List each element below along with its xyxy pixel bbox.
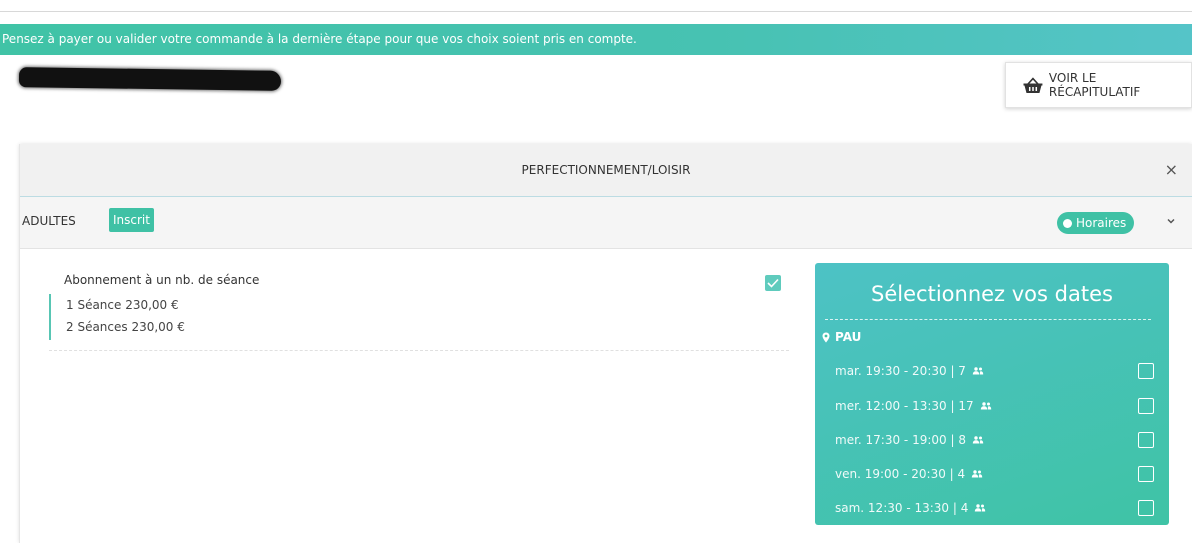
dates-title: Sélectionnez vos dates [871, 282, 1113, 306]
panel-title: PERFECTIONNEMENT/LOISIR [521, 163, 691, 177]
date-selection-card: Sélectionnez vos dates PAU mar. 19:30 - … [815, 263, 1169, 525]
chevron-down-icon[interactable] [1166, 216, 1176, 226]
clock-icon [1063, 218, 1072, 228]
banner-text: Pensez à payer ou valider votre commande… [2, 32, 637, 46]
slot-row[interactable]: mer. 17:30 - 19:00 | 8 [835, 430, 1155, 450]
slot-label: ven. 19:00 - 20:30 | 4 [835, 467, 966, 481]
offer-price-line: 2 Séances 230,00 € [66, 320, 185, 334]
schedule-toggle-button[interactable]: Horaires [1057, 212, 1135, 234]
slot-checkbox[interactable] [1138, 363, 1154, 379]
slot-label: mer. 17:30 - 19:00 | 8 [835, 433, 966, 447]
status-badge: Inscrit [109, 208, 154, 232]
people-icon [972, 436, 984, 444]
slot-row[interactable]: ven. 19:00 - 20:30 | 4 [835, 464, 1155, 484]
offer-price-list: 1 Séance 230,00 € 2 Séances 230,00 € [49, 294, 185, 340]
slot-label: mer. 12:00 - 13:30 | 17 [835, 399, 974, 413]
slot-row[interactable]: mer. 12:00 - 13:30 | 17 [835, 396, 1155, 416]
close-icon[interactable]: × [1165, 161, 1178, 179]
slot-checkbox[interactable] [1138, 432, 1154, 448]
people-icon [972, 367, 984, 375]
schedule-toggle-label: Horaires [1076, 216, 1127, 230]
offer-divider [49, 350, 789, 351]
slot-checkbox[interactable] [1138, 398, 1154, 414]
slot-row[interactable]: sam. 12:30 - 13:30 | 4 [835, 498, 1155, 518]
redacted-name-scribble [18, 67, 282, 91]
people-icon [975, 504, 986, 512]
map-pin-icon [822, 332, 830, 342]
offer-title: Abonnement à un nb. de séance [64, 273, 260, 287]
view-summary-label: VOIR LE RÉCAPITULATIF [1048, 71, 1141, 99]
offer-price-line: 1 Séance 230,00 € [66, 298, 179, 312]
check-icon [767, 278, 779, 288]
view-summary-button[interactable]: VOIR LE RÉCAPITULATIF [1005, 62, 1192, 108]
people-icon [971, 470, 983, 478]
top-divider [0, 11, 1192, 12]
category-bar: ADULTES Inscrit Horaires [20, 197, 1192, 249]
course-panel: PERFECTIONNEMENT/LOISIR × ADULTES Inscri… [19, 144, 1192, 543]
slot-row[interactable]: mar. 19:30 - 20:30 | 7 [835, 361, 1155, 381]
basket-icon [1023, 76, 1043, 93]
slot-label: mar. 19:30 - 20:30 | 7 [835, 364, 966, 378]
payment-reminder-banner: Pensez à payer ou valider votre commande… [0, 24, 1192, 55]
location-label: PAU [822, 330, 861, 344]
location-name: PAU [835, 330, 862, 344]
panel-header: PERFECTIONNEMENT/LOISIR × [20, 144, 1192, 197]
people-icon [980, 402, 991, 410]
slot-label: sam. 12:30 - 13:30 | 4 [835, 501, 969, 515]
slot-checkbox[interactable] [1138, 466, 1154, 482]
dates-divider [825, 319, 1151, 320]
category-label: ADULTES [22, 214, 76, 228]
slot-checkbox[interactable] [1138, 500, 1154, 516]
offer-checkbox[interactable] [765, 275, 781, 291]
